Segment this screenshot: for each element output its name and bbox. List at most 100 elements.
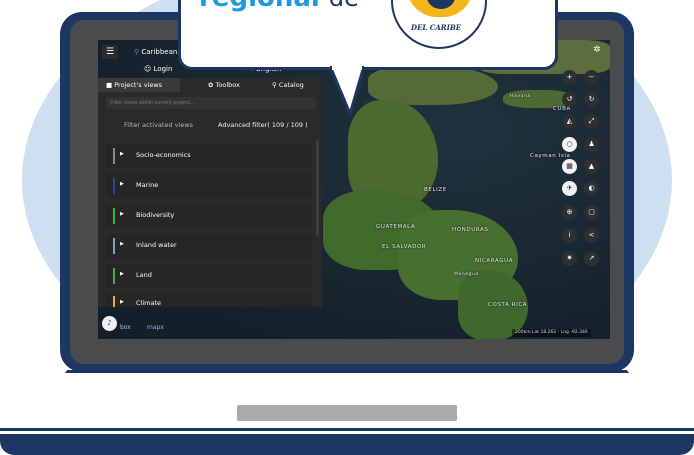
gear-icon: ✿ — [208, 81, 214, 89]
theme-button[interactable]: ◐ — [584, 181, 599, 196]
mapbox-logo[interactable]: mapx — [147, 324, 164, 331]
login-label: Login — [153, 65, 173, 73]
link-icon: ↗ — [588, 254, 595, 262]
layer-group-label: Marine — [136, 181, 159, 189]
satellite-button[interactable]: ▦ — [562, 159, 577, 174]
mountain-icon: ▲ — [588, 162, 595, 170]
rotate-right-icon: ↻ — [588, 95, 595, 103]
menu-button[interactable]: ☰ — [102, 45, 118, 59]
land-yucatan-north — [368, 65, 498, 105]
pin-button[interactable]: ♟ — [584, 137, 599, 152]
zoom-in-button[interactable]: + — [562, 70, 577, 85]
pin-icon: ♟ — [588, 140, 595, 148]
share-button[interactable]: < — [584, 228, 599, 243]
organization-seal: DEL CARIBE — [391, 0, 487, 49]
satellite-icon: ▦ — [566, 162, 573, 170]
layer-group-climate[interactable]: ▶ Climate — [106, 292, 312, 307]
rotate-left-icon: ↺ — [566, 95, 573, 103]
project-views-panel: ■ Project's views ✿ Toolbox ⚲ Catalog Fi… — [98, 78, 322, 307]
advanced-filter-count: ( 109 / 109 ) — [267, 121, 308, 129]
panel-scrollbar[interactable] — [316, 140, 319, 236]
tab-catalog[interactable]: ⚲ Catalog — [250, 78, 322, 92]
notifications-button[interactable]: ♪ — [102, 316, 117, 331]
layer-group-label: Socio-economics — [136, 151, 191, 159]
map-label-havana: Havana — [510, 94, 531, 99]
sun-icon: ✷ — [566, 254, 573, 262]
menu-icon: ☰ — [105, 47, 115, 57]
map-label-cayman: Cayman Isla — [530, 153, 571, 159]
map-label-guatemala: GUATEMALA — [376, 224, 416, 230]
map-icon: ▢ — [588, 208, 595, 216]
laptop-illustration: CUBA Havana Cayman Isla BELIZE GUATEMALA… — [0, 0, 694, 455]
map-label-honduras: HONDURAS — [452, 227, 489, 233]
map-label-el-salvador: EL SALVADOR — [382, 244, 427, 250]
tab-label: Project's views — [114, 81, 163, 89]
tab-projects-views[interactable]: ■ Project's views — [98, 78, 180, 92]
redo-button[interactable]: ↻ — [584, 92, 599, 107]
layer-group-socio-economics[interactable]: ▶ Socio-economics — [106, 144, 312, 168]
undo-button[interactable]: ↺ — [562, 92, 577, 107]
group-color-bar — [113, 268, 115, 284]
panel-tabs: ■ Project's views ✿ Toolbox ⚲ Catalog — [98, 78, 322, 92]
advanced-filter-label: Advanced filter — [218, 121, 268, 129]
theme-icon: ◐ — [588, 184, 595, 192]
bell-icon: ♪ — [107, 319, 112, 327]
layer-group-inland-water[interactable]: ▶ Inland water — [106, 234, 312, 258]
login-button[interactable]: ☺ Login — [144, 65, 172, 73]
folder-icon: ■ — [106, 81, 113, 89]
filter-activated-toggle[interactable]: Filter activated views — [124, 121, 193, 129]
view-link-button[interactable]: ↗ — [584, 251, 599, 266]
globe-toggle-button[interactable]: ○ — [562, 137, 577, 152]
tab-label: Catalog — [278, 81, 304, 89]
settings-gear-icon[interactable]: ✲ — [593, 45, 601, 55]
caret-right-icon: ▶ — [120, 299, 124, 305]
flight-button[interactable]: ✈ — [562, 181, 577, 196]
search-icon: ⚲ — [272, 81, 277, 89]
plane-icon: ✈ — [566, 184, 573, 192]
caret-right-icon: ▶ — [120, 271, 124, 277]
map-label-nicaragua: NICARAGUA — [475, 258, 514, 264]
banner-title: regional de — [199, 0, 359, 13]
user-icon: ☺ — [144, 65, 152, 73]
info-button[interactable]: i — [562, 228, 577, 243]
layer-group-label: Climate — [136, 299, 162, 307]
location-pin-icon: ⚲ — [134, 48, 140, 56]
draw-button[interactable]: ⊕ — [562, 205, 577, 220]
minus-icon: − — [588, 73, 595, 81]
group-color-bar — [113, 296, 115, 307]
tab-label: Toolbox — [215, 81, 240, 89]
caret-right-icon: ▶ — [120, 211, 124, 217]
caret-right-icon: ▶ — [120, 181, 124, 187]
map-composer-button[interactable]: ▢ — [584, 205, 599, 220]
layer-group-land[interactable]: ▶ Land — [106, 264, 312, 288]
terrain-button[interactable]: ▲ — [584, 159, 599, 174]
expand-icon: ⤢ — [588, 117, 595, 125]
banner-title-suffix: de — [329, 0, 359, 12]
share-icon: < — [588, 231, 595, 239]
seal-text: DEL CARIBE — [411, 23, 462, 32]
scale-and-coordinates: 200km Lat 18.262 - Lng -92.346 — [512, 329, 591, 337]
map-label-managua: Managua — [454, 272, 479, 277]
plus-icon: + — [566, 73, 573, 81]
advanced-filter-button[interactable]: Advanced filter( 109 / 109 ) — [218, 121, 308, 129]
highlight-button[interactable]: ✷ — [562, 251, 577, 266]
compass-icon: ◭ — [566, 117, 573, 125]
info-icon: i — [568, 231, 571, 239]
filter-row: Filter activated views Advanced filter( … — [98, 118, 322, 132]
group-color-bar — [113, 208, 115, 224]
views-search-input[interactable] — [106, 97, 316, 109]
tab-toolbox[interactable]: ✿ Toolbox — [180, 78, 250, 92]
layer-group-label: Biodiversity — [136, 211, 175, 219]
layer-group-biodiversity[interactable]: ▶ Biodiversity — [106, 204, 312, 228]
group-color-bar — [113, 178, 115, 194]
group-color-bar — [113, 238, 115, 254]
north-button[interactable]: ◭ — [562, 114, 577, 129]
layer-group-marine[interactable]: ▶ Marine — [106, 174, 312, 198]
globe-icon: ○ — [566, 140, 573, 148]
fullscreen-button[interactable]: ⤢ — [584, 114, 599, 129]
laptop-touchpad — [237, 405, 457, 421]
attribution-text: box — [120, 324, 131, 331]
caret-right-icon: ▶ — [120, 151, 124, 157]
zoom-out-button[interactable]: − — [584, 70, 599, 85]
crosshair-icon: ⊕ — [566, 208, 573, 216]
